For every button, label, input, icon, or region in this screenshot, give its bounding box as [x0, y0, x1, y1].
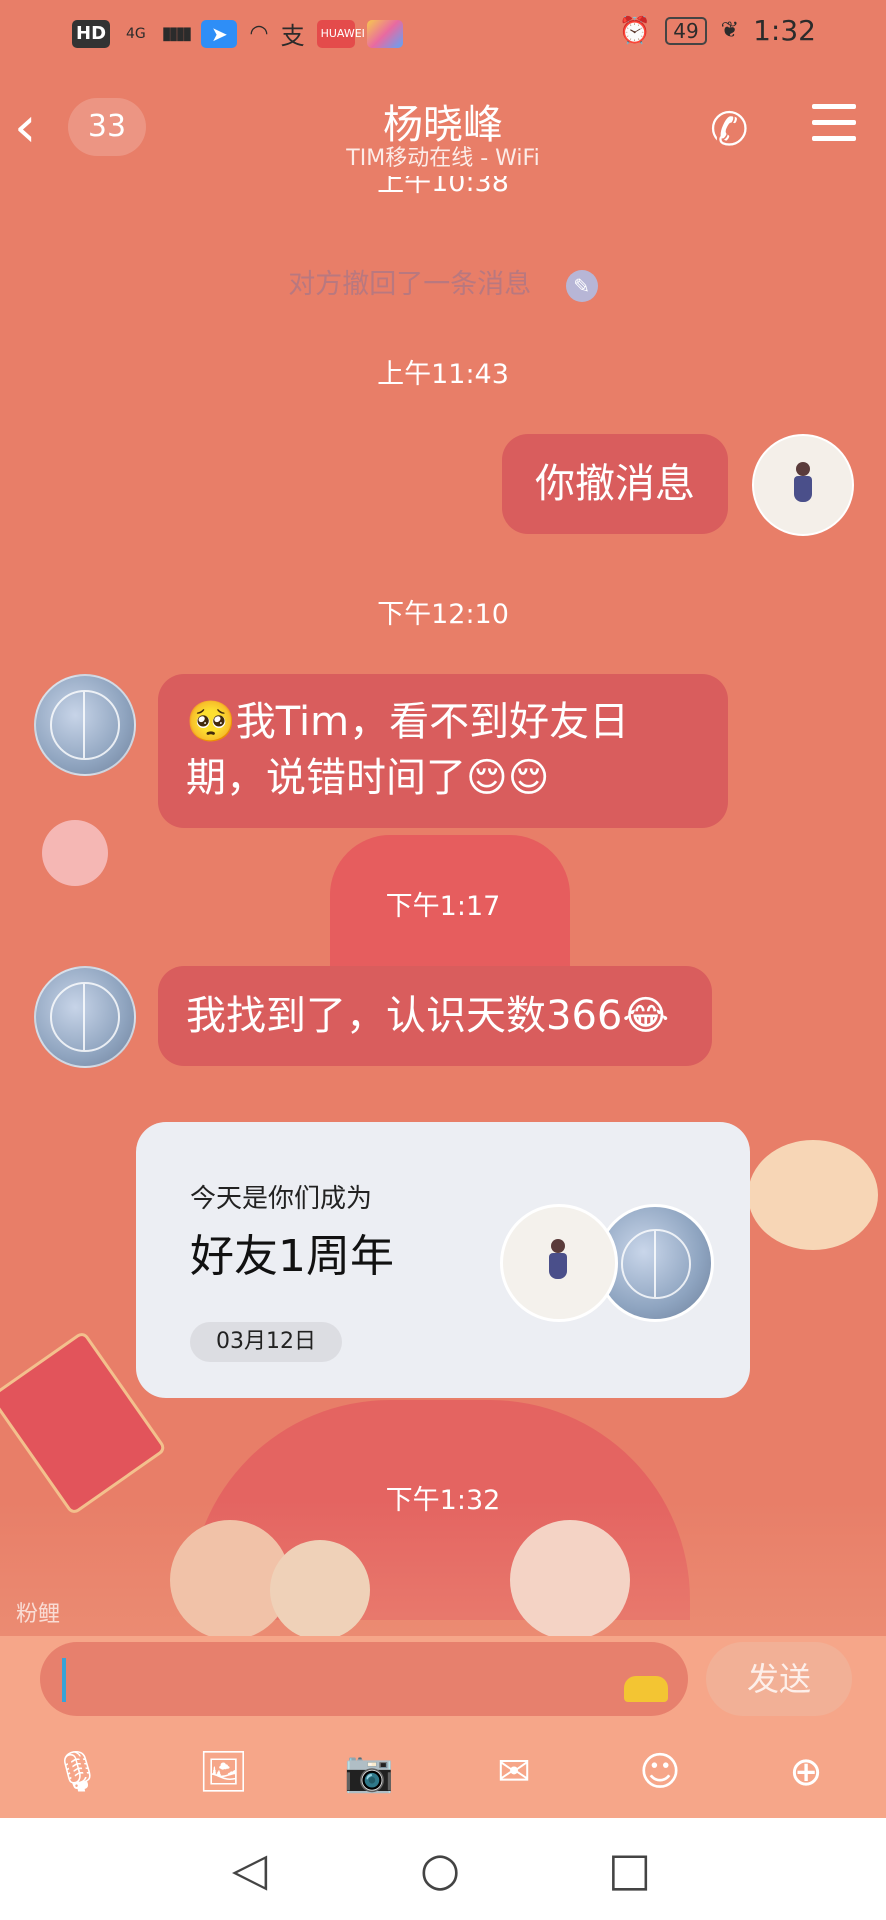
decor-label: 粉鲤	[16, 1602, 61, 1627]
signal-icon: ▮▮▮▮	[161, 23, 193, 44]
image-icon[interactable]: 🖼	[198, 1748, 249, 1796]
card-caption: 今天是你们成为	[190, 1184, 373, 1214]
boy-character-sticker	[270, 1540, 370, 1640]
fly-icon: ➤	[201, 19, 238, 48]
card-date-badge: 03月12日	[190, 1322, 342, 1362]
red-packet-icon[interactable]: ✉	[490, 1748, 538, 1796]
message-bubble-received[interactable]: 我找到了，认识天数366😂	[158, 966, 712, 1066]
recall-notice: 对方撤回了一条消息 ✎	[0, 262, 886, 302]
multi-icon	[366, 19, 403, 48]
leaf-icon: ❦	[720, 18, 740, 43]
text-caret	[62, 1658, 66, 1702]
emoji-icon[interactable]: ☺	[636, 1748, 684, 1796]
network-type-icon: 4G	[126, 25, 146, 42]
microphone-icon[interactable]: 🎙	[52, 1748, 103, 1796]
message-bubble-received[interactable]: 🥺我Tim，看不到好友日 期，说错时间了😌😌	[158, 674, 728, 828]
avatar-other[interactable]	[34, 674, 136, 776]
timestamp: 下午12:10	[377, 599, 509, 630]
edit-icon[interactable]: ✎	[565, 269, 598, 302]
chat-subtitle: TIM移动在线 - WiFi	[346, 146, 540, 171]
alarm-icon: ⏰	[618, 15, 652, 46]
timestamp: 上午11:43	[377, 359, 509, 390]
timestamp: 下午1:17	[385, 891, 501, 922]
gold-ingot-icon[interactable]	[624, 1676, 668, 1702]
friend-anniversary-card[interactable]: 今天是你们成为 好友1周年 03月12日	[136, 1122, 750, 1398]
message-bubble-sent[interactable]: 你撤消息	[502, 434, 728, 534]
send-button[interactable]: 发送	[706, 1642, 852, 1716]
avatar-me[interactable]	[752, 434, 854, 536]
plus-icon[interactable]: ⊕	[782, 1748, 830, 1796]
girl-avatar-icon	[547, 1239, 569, 1285]
menu-icon[interactable]	[812, 104, 856, 152]
nav-recents-icon[interactable]: □	[608, 1846, 651, 1892]
cat-girl-character-sticker	[510, 1520, 630, 1640]
alipay-icon: 支	[280, 22, 305, 50]
message-text-line: 🥺我Tim，看不到好友日	[186, 699, 630, 745]
girl-avatar-icon	[792, 462, 814, 508]
ferris-wheel-icon	[50, 690, 120, 760]
avatar-other[interactable]	[34, 966, 136, 1068]
timestamp: 上午10:38	[377, 176, 509, 198]
huawei-icon: HUAWEI	[316, 19, 365, 48]
input-toolbar: 🎙 🖼 📷 ✉ ☺ ⊕	[0, 1724, 886, 1818]
wifi-icon: ◠	[249, 21, 269, 46]
status-bar: HD 4G ▮▮▮▮ ➤ ◠ 支 HUAWEI ⏰ 49 ❦ 1:32	[0, 0, 886, 66]
message-input[interactable]	[40, 1642, 688, 1716]
card-avatar-me	[500, 1204, 618, 1322]
system-navigation-bar: ◁ ○ □	[0, 1818, 886, 1920]
battery-icon: 49	[665, 16, 707, 45]
hd-icon: HD	[72, 19, 111, 48]
heart-decoration	[748, 1140, 878, 1250]
flower-decoration	[42, 820, 108, 886]
camera-icon[interactable]: 📷	[344, 1748, 394, 1796]
card-headline: 好友1周年	[190, 1231, 394, 1282]
clock: 1:32	[753, 14, 816, 47]
sticker-banner	[0, 1500, 886, 1640]
ferris-wheel-icon	[50, 982, 120, 1052]
nav-home-icon[interactable]: ○	[420, 1846, 460, 1892]
recall-text: 对方撤回了一条消息	[288, 269, 532, 300]
message-text-line: 期，说错时间了😌😌	[186, 755, 550, 801]
nav-back-icon[interactable]: ◁	[232, 1846, 267, 1892]
ferris-wheel-icon	[621, 1229, 691, 1299]
phone-icon[interactable]: ✆	[710, 102, 749, 156]
